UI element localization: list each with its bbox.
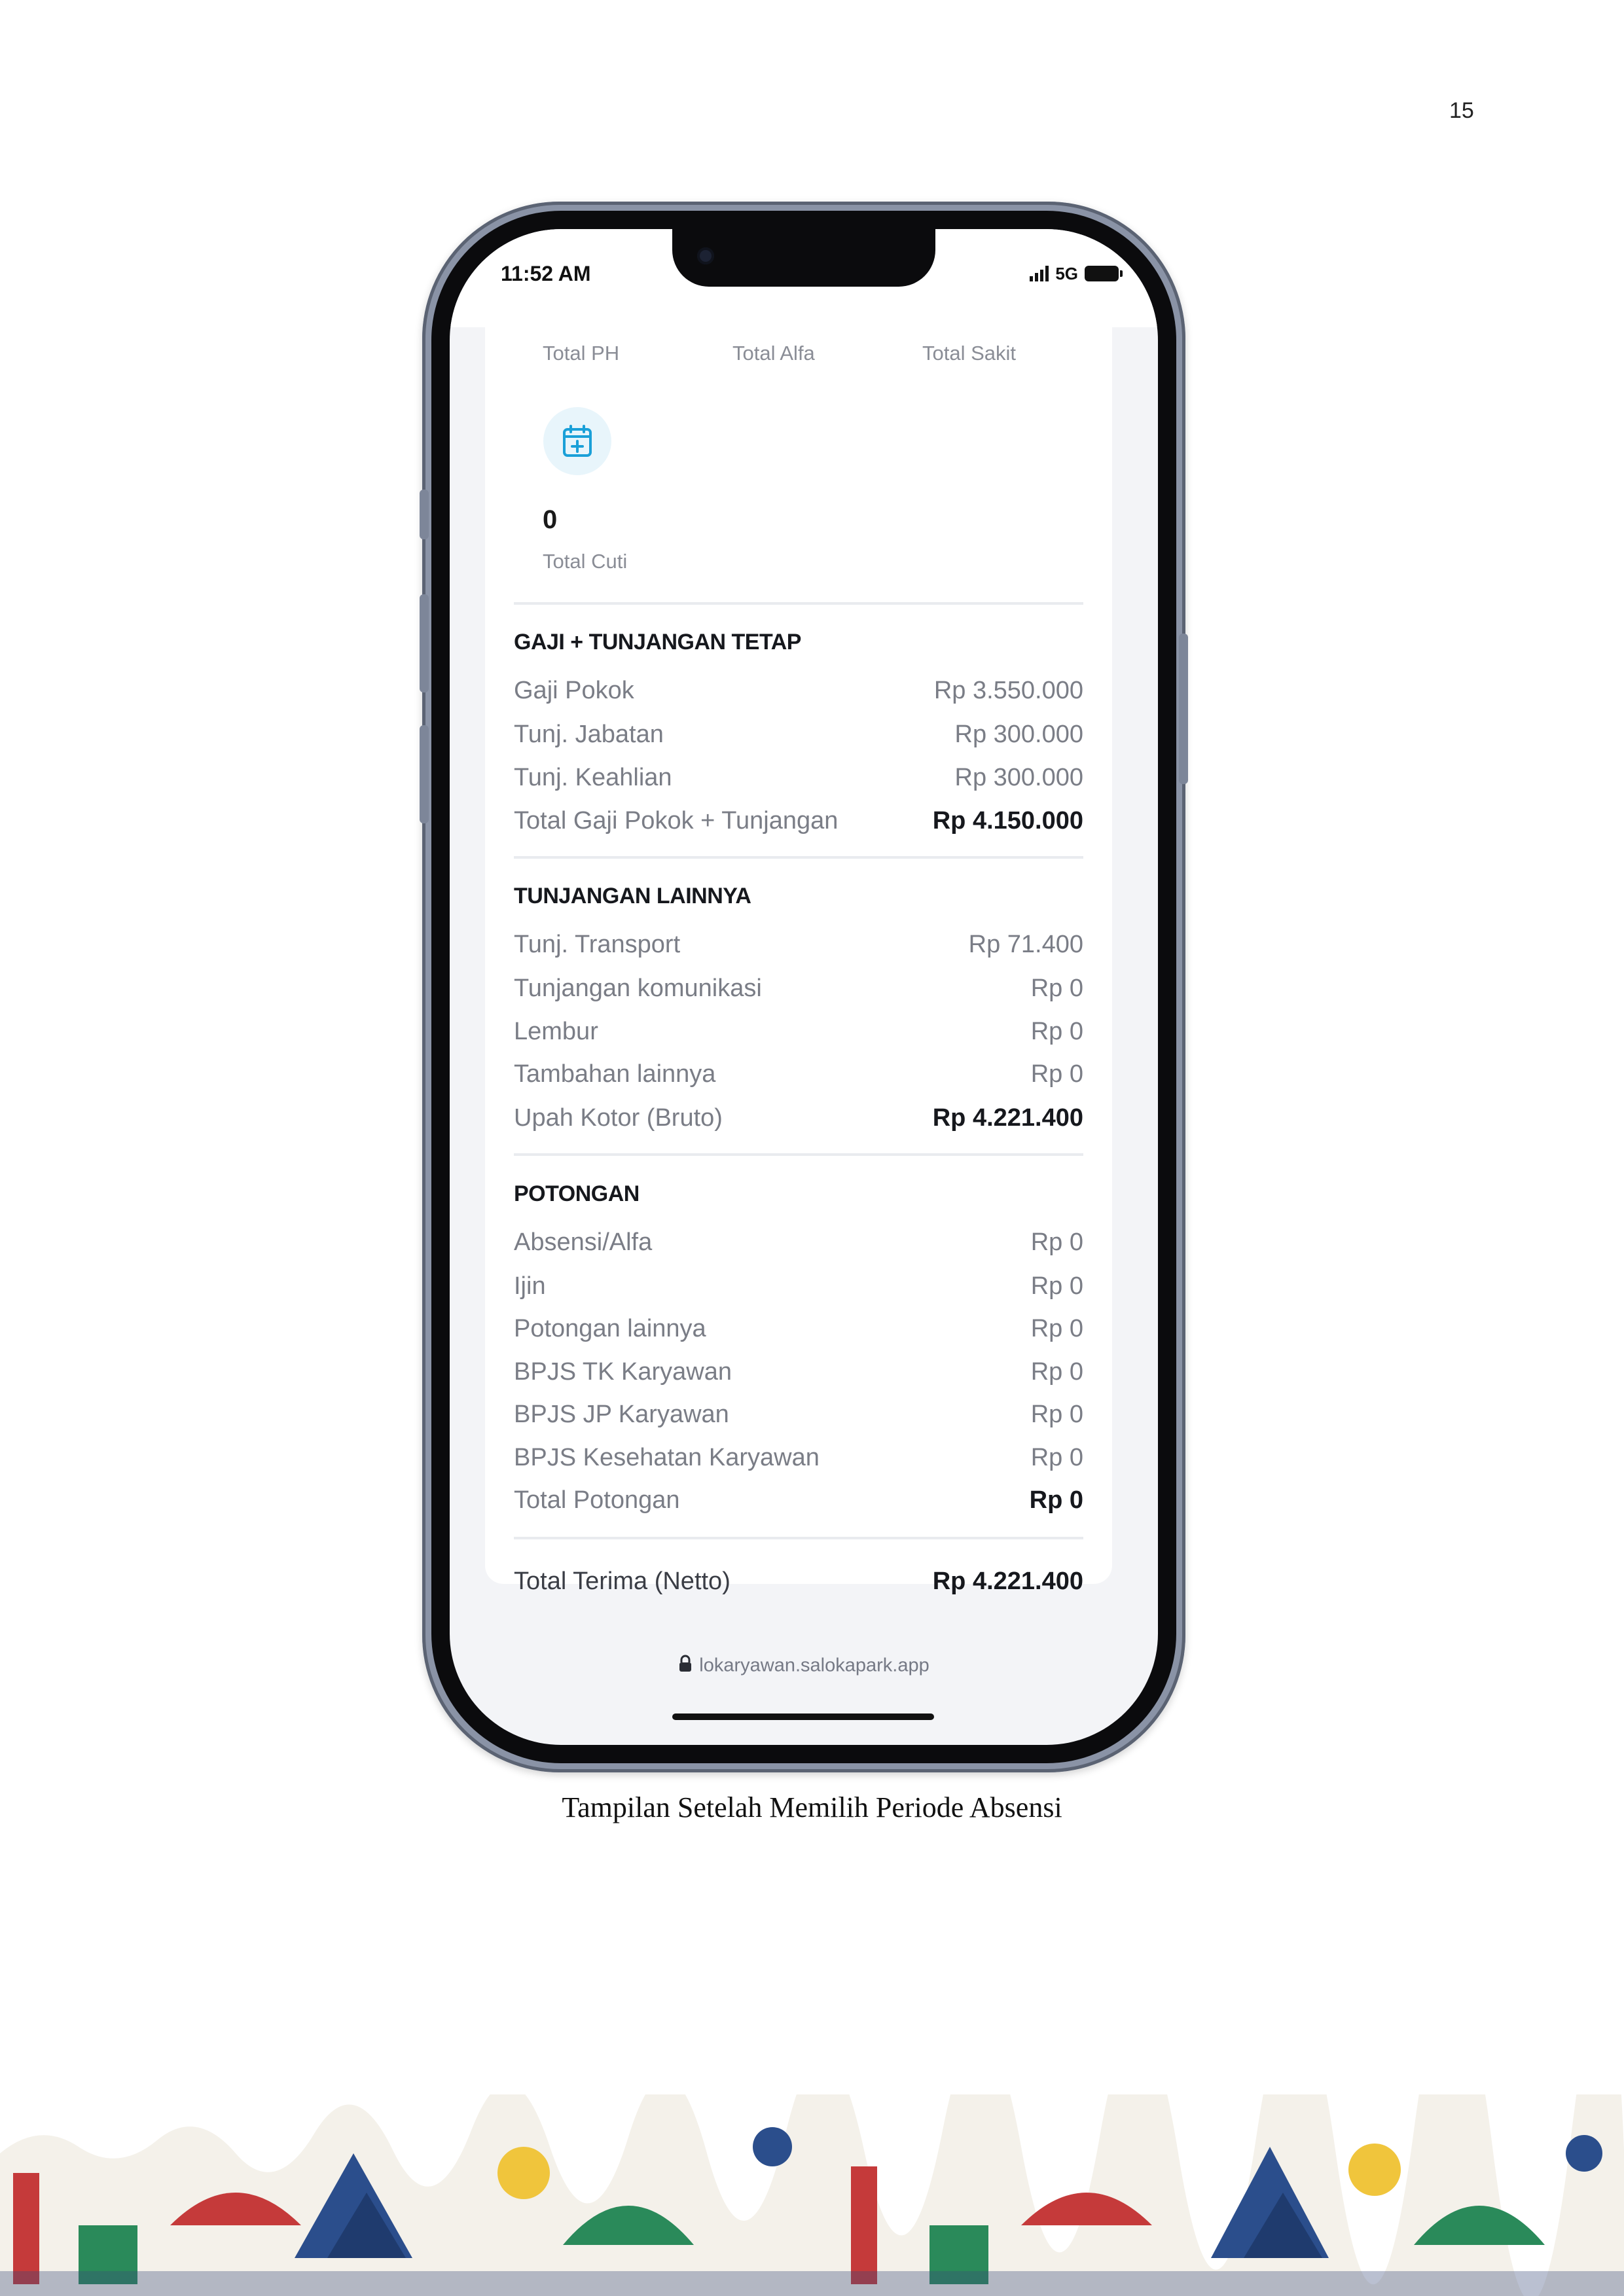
row-gaji-pokok: Gaji Pokok Rp 3.550.000: [514, 677, 1083, 713]
row-value: Rp 4.221.400: [932, 1104, 1083, 1132]
row-label: Total Terima (Netto): [514, 1568, 731, 1595]
battery-icon: [1085, 266, 1123, 281]
url-text: lokaryawan.salokapark.app: [699, 1655, 929, 1676]
row-label: Gaji Pokok: [514, 677, 634, 704]
row-value: Rp 0: [1030, 1060, 1083, 1088]
total-cuti-label: Total Cuti: [543, 550, 628, 573]
row-value: Rp 71.400: [968, 931, 1083, 958]
row-label: BPJS TK Karyawan: [514, 1358, 732, 1386]
camera-icon: [697, 247, 714, 264]
row-label: Potongan lainnya: [514, 1315, 706, 1342]
row-label: BPJS JP Karyawan: [514, 1401, 729, 1428]
row-total-gaji-tunjangan: Total Gaji Pokok + Tunjangan Rp 4.150.00…: [514, 807, 1083, 844]
row-value: Rp 0: [1030, 975, 1083, 1002]
section-title-gaji: GAJI + TUNJANGAN TETAP: [514, 630, 801, 655]
row-label: Ijin: [514, 1272, 546, 1300]
section-title-potongan: POTONGAN: [514, 1181, 640, 1206]
network-type: 5G: [1055, 263, 1078, 283]
total-cuti-value: 0: [543, 505, 558, 534]
row-label: BPJS Kesehatan Karyawan: [514, 1444, 820, 1471]
row-bpjs-jp: BPJS JP Karyawan Rp 0: [514, 1401, 1083, 1437]
calendar-plus-icon: [543, 407, 611, 475]
row-label: Tunj. Keahlian: [514, 764, 672, 791]
signal-icon: [1030, 266, 1049, 281]
attendance-summary-labels: Total PH Total Alfa Total Sakit: [485, 342, 1112, 368]
row-value: Rp 3.550.000: [933, 677, 1083, 704]
row-value: Rp 0: [1030, 1018, 1083, 1045]
row-bpjs-kesehatan: BPJS Kesehatan Karyawan Rp 0: [514, 1444, 1083, 1480]
page-number: 15: [1449, 98, 1474, 123]
row-label: Tambahan lainnya: [514, 1060, 716, 1088]
row-label: Tunj. Jabatan: [514, 721, 664, 748]
phone-mockup: 11:52 AM 5G Total PH Total Alfa Total Sa…: [420, 202, 1188, 1772]
section-title-tunjangan-lainnya: TUNJANGAN LAINNYA: [514, 884, 751, 908]
phone-silent-switch: [420, 490, 429, 539]
row-label: Absensi/Alfa: [514, 1229, 653, 1256]
row-value: Rp 4.221.400: [932, 1568, 1083, 1595]
phone-power-button: [1179, 634, 1188, 784]
divider: [514, 602, 1083, 605]
total-alfa-label: Total Alfa: [732, 342, 815, 365]
divider: [514, 1537, 1083, 1539]
row-label: Lembur: [514, 1018, 598, 1045]
row-value: Rp 300.000: [954, 721, 1084, 748]
row-tunj-transport: Tunj. Transport Rp 71.400: [514, 931, 1083, 967]
phone-screen: 11:52 AM 5G Total PH Total Alfa Total Sa…: [450, 229, 1158, 1745]
row-total-terima-netto: Total Terima (Netto) Rp 4.221.400: [514, 1568, 1083, 1604]
row-value: Rp 0: [1030, 1358, 1083, 1386]
row-value: Rp 0: [1029, 1486, 1083, 1514]
row-value: Rp 0: [1030, 1401, 1083, 1428]
status-time: 11:52 AM: [501, 262, 591, 285]
notch: [672, 229, 935, 287]
divider: [514, 1153, 1083, 1156]
total-ph-label: Total PH: [543, 342, 620, 365]
row-ijin: Ijin Rp 0: [514, 1272, 1083, 1309]
row-absensi-alfa: Absensi/Alfa Rp 0: [514, 1229, 1083, 1265]
browser-url-bar[interactable]: lokaryawan.salokapark.app: [450, 1655, 1158, 1678]
divider: [514, 856, 1083, 859]
row-value: Rp 0: [1030, 1444, 1083, 1471]
row-tambahan-lainnya: Tambahan lainnya Rp 0: [514, 1060, 1083, 1097]
row-tunj-jabatan: Tunj. Jabatan Rp 300.000: [514, 721, 1083, 757]
row-label: Tunjangan komunikasi: [514, 975, 762, 1002]
row-tunjangan-komunikasi: Tunjangan komunikasi Rp 0: [514, 975, 1083, 1011]
status-icons: 5G: [1030, 263, 1123, 284]
row-potongan-lainnya: Potongan lainnya Rp 0: [514, 1315, 1083, 1352]
phone-volume-down-button: [420, 725, 429, 823]
row-value: Rp 0: [1030, 1272, 1083, 1300]
row-value: Rp 300.000: [954, 764, 1084, 791]
row-bpjs-tk: BPJS TK Karyawan Rp 0: [514, 1358, 1083, 1395]
lock-icon: [678, 1655, 693, 1678]
row-value: Rp 0: [1030, 1229, 1083, 1256]
phone-volume-up-button: [420, 594, 429, 692]
row-value: Rp 0: [1030, 1315, 1083, 1342]
row-tunj-keahlian: Tunj. Keahlian Rp 300.000: [514, 764, 1083, 800]
salary-card: Total PH Total Alfa Total Sakit 0 Total …: [485, 327, 1112, 1595]
row-label: Total Potongan: [514, 1486, 680, 1514]
total-sakit-label: Total Sakit: [922, 342, 1017, 365]
row-upah-kotor: Upah Kotor (Bruto) Rp 4.221.400: [514, 1104, 1083, 1141]
figure-caption: Tampilan Setelah Memilih Periode Absensi: [562, 1791, 1062, 1823]
row-value: Rp 4.150.000: [932, 807, 1083, 834]
decorative-batik-footer: [0, 2094, 1624, 2296]
row-total-potongan: Total Potongan Rp 0: [514, 1486, 1083, 1523]
row-label: Upah Kotor (Bruto): [514, 1104, 723, 1132]
row-label: Total Gaji Pokok + Tunjangan: [514, 807, 839, 834]
status-bar: 11:52 AM 5G: [450, 229, 1158, 327]
row-label: Tunj. Transport: [514, 931, 681, 958]
home-indicator: [672, 1713, 934, 1720]
row-lembur: Lembur Rp 0: [514, 1018, 1083, 1054]
